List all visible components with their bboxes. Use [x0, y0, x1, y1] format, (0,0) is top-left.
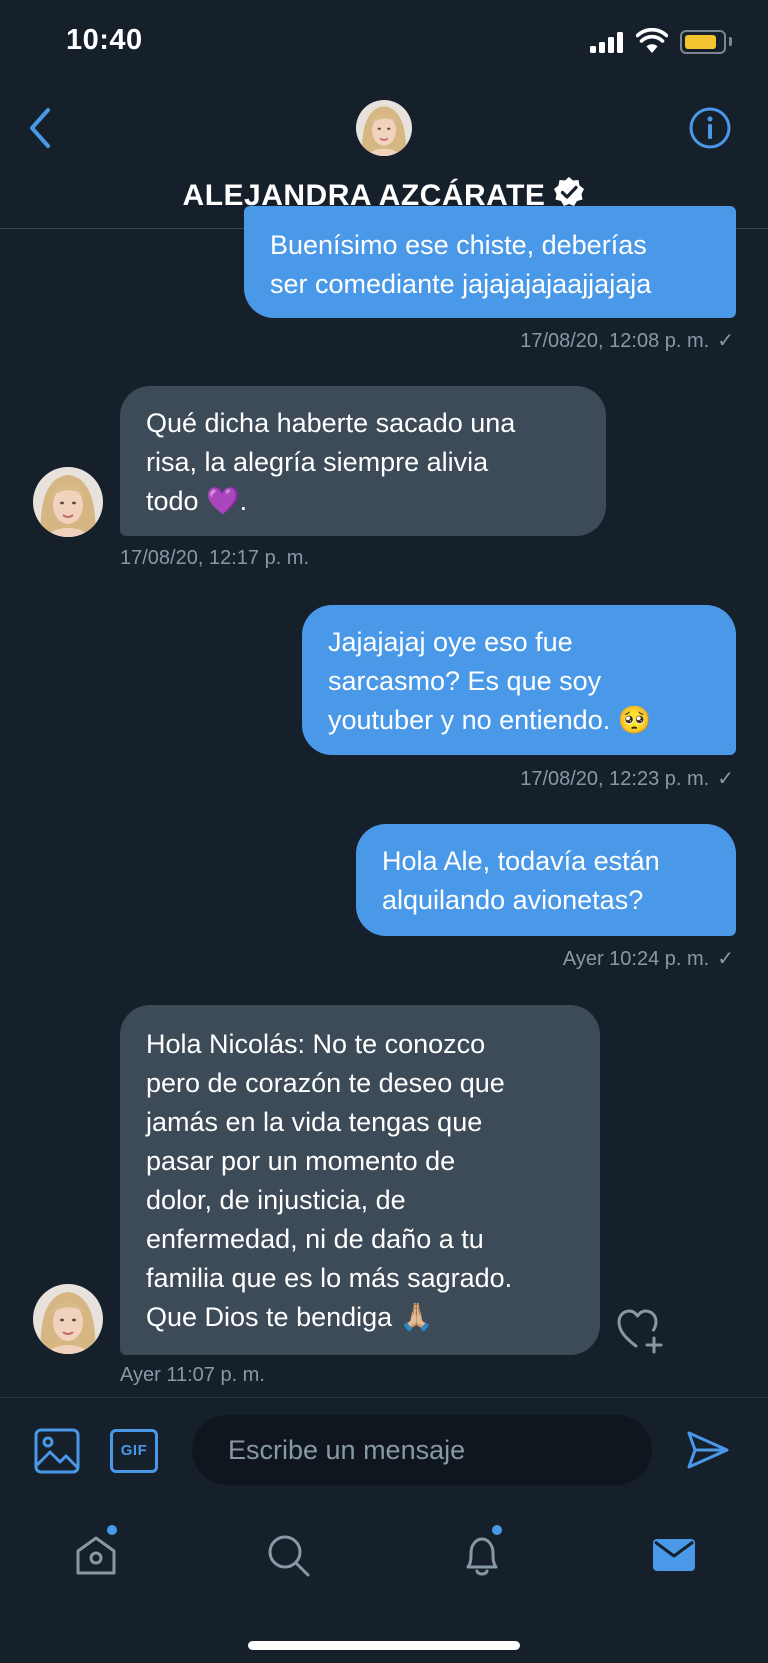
message-line: Buenísimo ese chiste, deberías — [270, 230, 647, 260]
heart-plus-icon[interactable] — [616, 1306, 666, 1354]
message-line: Jajajajaj oye eso fue — [328, 627, 573, 657]
sent-check-icon: ✓ — [717, 768, 734, 790]
message-bubble-received[interactable]: Qué dicha haberte sacado una risa, la al… — [120, 386, 606, 536]
message-bubble-sent[interactable]: Hola Ale, todavía están alquilando avion… — [356, 824, 736, 936]
message-timestamp: 17/08/20, 12:23 p. m. ✓ — [520, 766, 734, 791]
message-timestamp: Ayer 10:24 p. m. ✓ — [563, 946, 734, 971]
notifications-dot — [492, 1525, 502, 1535]
message-line: ser comediante jajajajajaajjajaja — [270, 269, 652, 299]
message-line: alquilando avionetas? — [382, 885, 644, 915]
info-button[interactable] — [688, 106, 732, 150]
wifi-icon — [636, 28, 668, 53]
message-line: enfermedad, ni de daño a tu — [146, 1224, 484, 1254]
message-bubble-sent[interactable]: Jajajajaj oye eso fue sarcasmo? Es que s… — [302, 605, 736, 755]
verified-badge-icon — [554, 177, 585, 206]
message-line: pasar por un momento de — [146, 1146, 456, 1176]
cellular-signal-icon — [590, 31, 626, 53]
message-line: Que Dios te bendiga 🙏🏼 — [146, 1302, 434, 1332]
battery-icon — [680, 30, 726, 54]
timestamp-text: 17/08/20, 12:08 p. m. — [520, 330, 710, 352]
message-line: dolor, de injusticia, de — [146, 1185, 406, 1215]
contact-avatar[interactable] — [33, 1284, 103, 1354]
message-line: jamás en la vida tengas que — [146, 1107, 483, 1137]
home-indicator — [248, 1641, 520, 1650]
message-line: familia que es lo más sagrado. — [146, 1263, 513, 1293]
status-time: 10:40 — [66, 24, 143, 56]
message-input[interactable] — [192, 1415, 652, 1485]
bell-icon[interactable] — [458, 1531, 506, 1579]
message-timestamp: Ayer 11:07 p. m. — [120, 1364, 265, 1386]
tab-bar — [0, 1501, 768, 1663]
search-icon[interactable] — [264, 1531, 312, 1579]
message-line: sarcasmo? Es que soy — [328, 666, 602, 696]
mail-icon[interactable] — [650, 1531, 698, 1579]
message-bubble-received[interactable]: Hola Nicolás: No te conozco pero de cora… — [120, 1005, 600, 1355]
back-button[interactable] — [22, 104, 62, 152]
message-line: youtuber y no entiendo. 🥺 — [328, 705, 652, 735]
status-bar: 10:40 — [0, 0, 768, 84]
gif-button[interactable]: GIF — [110, 1429, 158, 1473]
contact-avatar[interactable] — [33, 467, 103, 537]
message-composer: GIF — [0, 1397, 768, 1501]
image-icon[interactable] — [34, 1428, 80, 1474]
message-line: todo 💜. — [146, 486, 248, 516]
message-line: Qué dicha haberte sacado una — [146, 408, 516, 438]
message-line: pero de corazón te deseo que — [146, 1068, 505, 1098]
message-timestamp: 17/08/20, 12:17 p. m. — [120, 547, 310, 569]
sent-check-icon: ✓ — [717, 948, 734, 970]
home-notification-dot — [107, 1525, 117, 1535]
contact-avatar[interactable] — [356, 100, 412, 156]
home-icon[interactable] — [72, 1531, 120, 1579]
send-icon[interactable] — [686, 1430, 730, 1470]
message-timestamp: 17/08/20, 12:08 p. m. ✓ — [520, 328, 734, 353]
message-bubble-sent[interactable]: Buenísimo ese chiste, deberías ser comed… — [244, 206, 736, 318]
message-line: Hola Ale, todavía están — [382, 846, 660, 876]
timestamp-text: 17/08/20, 12:23 p. m. — [520, 768, 710, 790]
timestamp-text: Ayer 10:24 p. m. — [562, 948, 710, 970]
message-line: Hola Nicolás: No te conozco — [146, 1029, 486, 1059]
message-line: risa, la alegría siempre alivia — [146, 447, 489, 477]
sent-check-icon: ✓ — [717, 330, 734, 352]
